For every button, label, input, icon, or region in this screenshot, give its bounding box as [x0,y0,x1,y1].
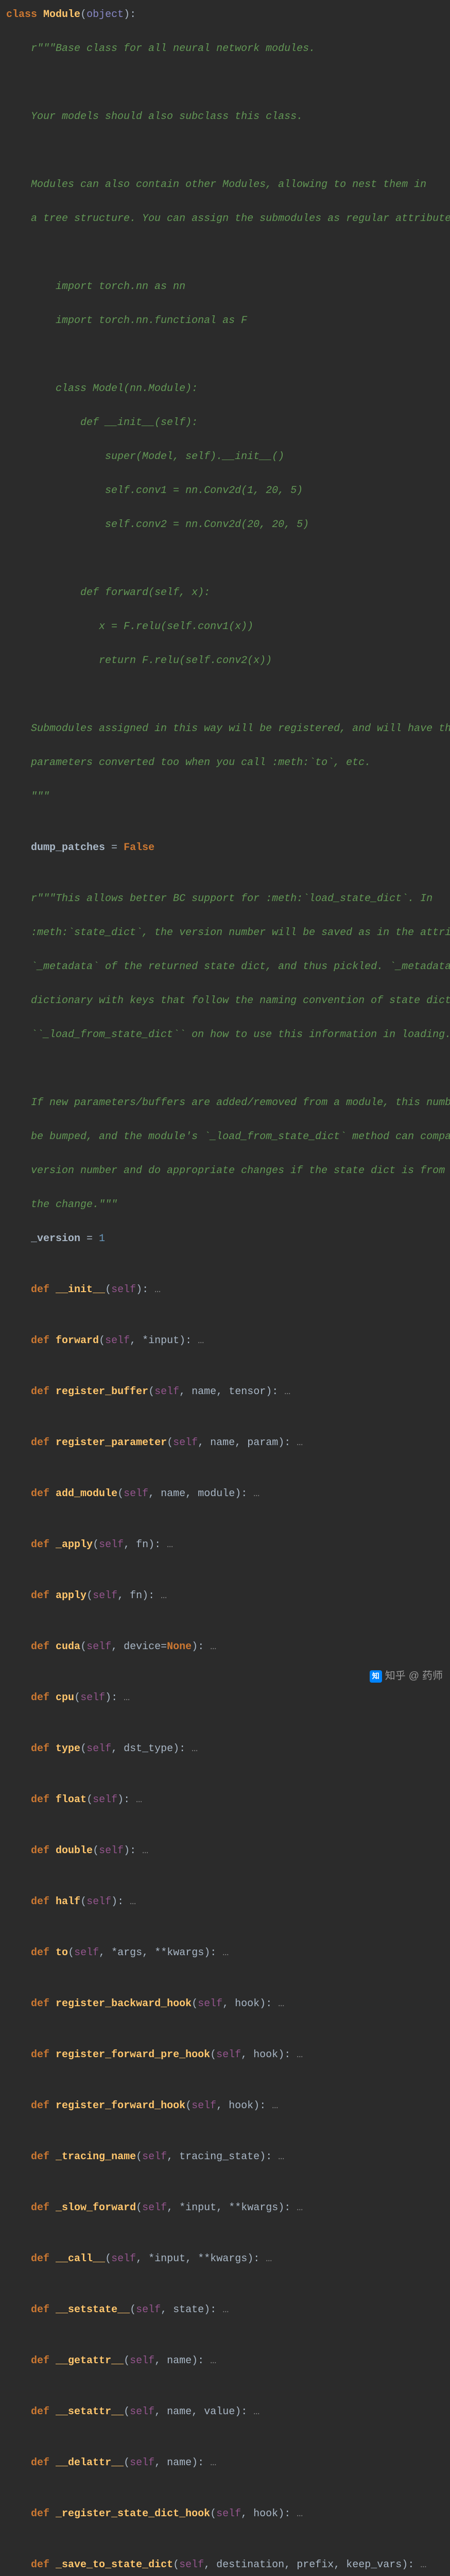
watermark-author: 药师 [422,1668,443,1685]
code-editor[interactable]: class Module(object): r"""Base class for… [0,0,450,2576]
watermark-site: 知乎 [385,1668,406,1685]
watermark: 知 知乎 @药师 [370,1668,443,1685]
watermark-at: @ [409,1668,419,1685]
zhihu-icon: 知 [370,1670,382,1683]
